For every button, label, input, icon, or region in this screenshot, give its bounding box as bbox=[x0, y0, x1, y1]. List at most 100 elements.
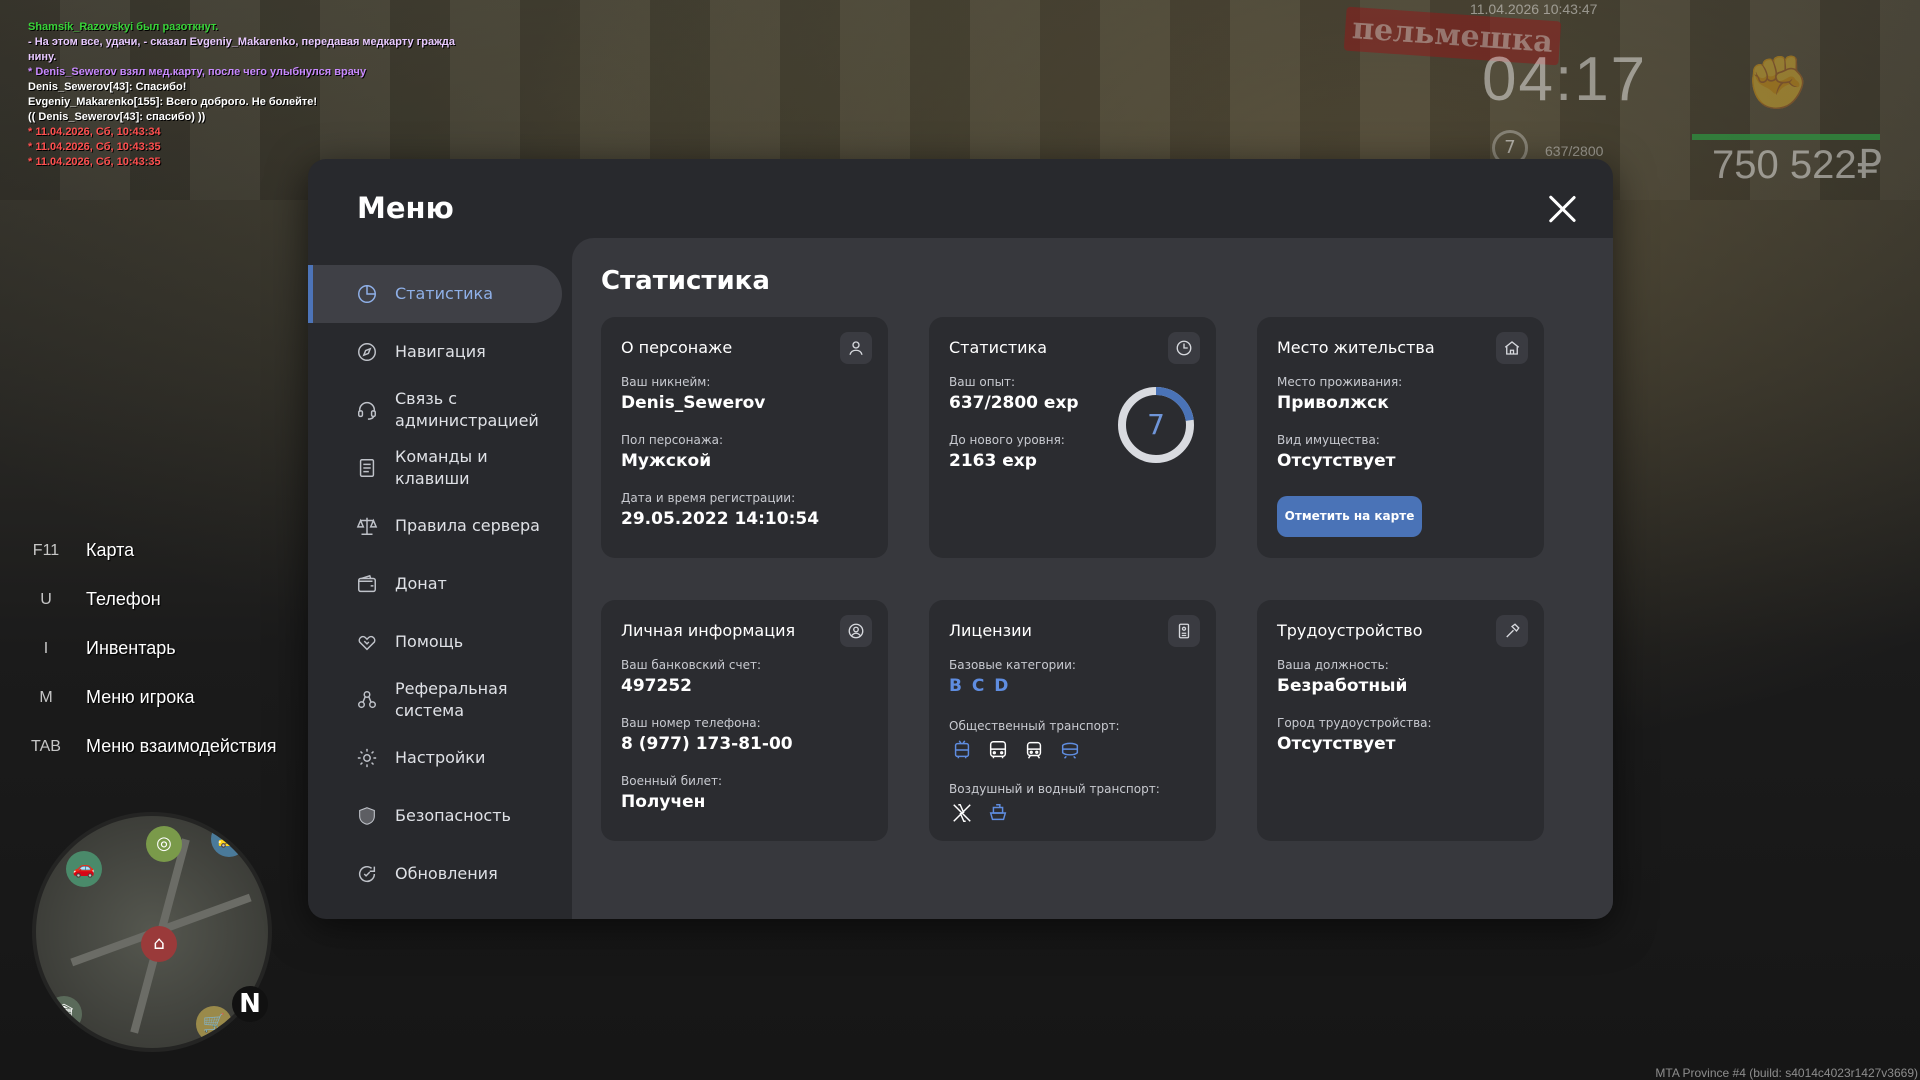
close-button[interactable] bbox=[1546, 193, 1578, 225]
sidebar-item-settings[interactable]: Настройки bbox=[308, 729, 563, 787]
sidebar-item-security[interactable]: Безопасность bbox=[308, 787, 563, 845]
refresh-icon bbox=[355, 862, 379, 886]
scales-icon bbox=[355, 514, 379, 538]
property-label: Вид имущества: bbox=[1277, 433, 1380, 447]
sidebar-item-label: Помощь bbox=[395, 632, 464, 651]
sidebar: Статистика Навигация Связь с администрац… bbox=[308, 265, 563, 903]
card-title: Личная информация bbox=[621, 621, 796, 640]
phone-value: 8 (977) 173-81-00 bbox=[621, 734, 793, 754]
military-value: Получен bbox=[621, 792, 706, 812]
public-transport-icons bbox=[949, 737, 1083, 763]
hotkey-key: I bbox=[43, 639, 49, 657]
hotkey-map[interactable]: F11 Карта bbox=[20, 526, 277, 575]
sidebar-item-updates[interactable]: Обновления bbox=[308, 845, 563, 903]
property-value: Отсутствует bbox=[1277, 451, 1396, 471]
hotkey-key: M bbox=[39, 688, 53, 706]
hud-exp: 637/2800 bbox=[1545, 143, 1604, 159]
hud-clock: 04:17 bbox=[1482, 45, 1648, 114]
hotkey-player-menu[interactable]: M Меню игрока bbox=[20, 673, 277, 722]
sidebar-item-label: Безопасность bbox=[395, 806, 511, 825]
sidebar-item-label: Донат bbox=[395, 574, 447, 593]
sidebar-item-help[interactable]: Помощь bbox=[308, 613, 563, 671]
headset-icon bbox=[355, 398, 379, 422]
personal-info-card: Личная информация Ваш банковский счет: 4… bbox=[601, 600, 888, 841]
hotkey-phone[interactable]: U Телефон bbox=[20, 575, 277, 624]
sidebar-item-statistics[interactable]: Статистика bbox=[308, 265, 562, 323]
position-label: Ваша должность: bbox=[1277, 658, 1389, 672]
bank-label: Ваш банковский счет: bbox=[621, 658, 762, 672]
sidebar-item-rules[interactable]: Правила сервера bbox=[308, 497, 563, 555]
hotkey-label: Меню взаимодействия bbox=[86, 736, 277, 756]
chat-line: - На этом все, удачи, - сказал Evgeniy_M… bbox=[28, 36, 456, 48]
build-info: MTA Province #4 (build: s4014c4023r1427v… bbox=[1655, 1066, 1918, 1080]
license-icon bbox=[1168, 615, 1200, 647]
licenses-card: Лицензии Базовые категории: B C D Общест… bbox=[929, 600, 1216, 841]
hotkey-list: F11 Карта U Телефон I Инвентарь M Меню игрок… bbox=[20, 526, 277, 771]
employment-card: Трудоустройство Ваша должность: Безработ… bbox=[1257, 600, 1544, 841]
gender-value: Мужской bbox=[621, 451, 712, 471]
minimap-taxi-icon: 🚕 bbox=[211, 821, 247, 857]
public-transport-label: Общественный транспорт: bbox=[949, 719, 1120, 733]
character-card: О персонаже Ваш никнейм: Denis_Sewerov П… bbox=[601, 317, 888, 558]
exp-value: 637/2800 exp bbox=[949, 393, 1079, 413]
hotkey-label: Меню игрока bbox=[86, 687, 195, 707]
card-title: Лицензии bbox=[949, 621, 1032, 640]
chat-line: нину. bbox=[28, 51, 57, 63]
sidebar-item-label: Команды и клавиши bbox=[395, 447, 488, 488]
sidebar-item-commands[interactable]: Команды и клавиши bbox=[308, 439, 563, 497]
phone-label: Ваш номер телефона: bbox=[621, 716, 761, 730]
modal-title: Меню bbox=[357, 191, 454, 225]
sidebar-item-referral[interactable]: Реферальная система bbox=[308, 671, 563, 729]
tram-icon bbox=[1021, 737, 1047, 763]
sidebar-item-admin-contact[interactable]: Связь с администрацией bbox=[308, 381, 563, 439]
nickname-label: Ваш никнейм: bbox=[621, 375, 711, 389]
minimap-north: N bbox=[232, 986, 268, 1022]
card-title: О персонаже bbox=[621, 338, 733, 357]
minimap-target-icon: ◎ bbox=[146, 826, 182, 862]
boat-icon bbox=[985, 800, 1011, 826]
minimap-car-icon: 🚗 bbox=[66, 851, 102, 887]
document-icon bbox=[355, 456, 379, 480]
sidebar-item-donate[interactable]: Донат bbox=[308, 555, 563, 613]
residence-value: Приволжск bbox=[1277, 393, 1389, 413]
chat-line: * 11.04.2026, Сб, 10:43:35 bbox=[28, 141, 161, 153]
clock-icon bbox=[1168, 332, 1200, 364]
chat-line: Shamsik_Razovskyi был разоткнут. bbox=[28, 21, 219, 33]
hotkey-interaction-menu[interactable]: TAB Меню взаимодействия bbox=[20, 722, 277, 771]
hud-money: 750 522₽ bbox=[1712, 143, 1883, 187]
card-title: Статистика bbox=[949, 338, 1047, 357]
base-categories-label: Базовые категории: bbox=[949, 658, 1076, 672]
content-panel: Статистика О персонаже Ваш никнейм: Deni… bbox=[572, 238, 1613, 919]
card-title: Трудоустройство bbox=[1277, 621, 1423, 640]
position-value: Безработный bbox=[1277, 676, 1408, 696]
next-level-value: 2163 exp bbox=[949, 451, 1037, 471]
hud-datetime: 11.04.2026 10:43:47 bbox=[1470, 1, 1598, 17]
sidebar-item-label: Навигация bbox=[395, 342, 486, 361]
health-bar bbox=[1692, 134, 1880, 140]
air-water-icons bbox=[949, 800, 1011, 826]
hotkey-label: Инвентарь bbox=[86, 638, 176, 658]
sidebar-item-label: Настройки bbox=[395, 748, 486, 767]
sidebar-item-label: Статистика bbox=[395, 284, 493, 303]
sidebar-item-label: Связь с администрацией bbox=[395, 389, 539, 430]
sidebar-item-navigation[interactable]: Навигация bbox=[308, 323, 563, 381]
home-icon bbox=[1496, 332, 1528, 364]
registration-value: 29.05.2022 14:10:54 bbox=[621, 509, 820, 529]
shield-icon bbox=[355, 804, 379, 828]
exp-label: Ваш опыт: bbox=[949, 375, 1016, 389]
job-city-label: Город трудоустройства: bbox=[1277, 716, 1432, 730]
hotkey-key: U bbox=[40, 590, 52, 608]
hotkey-inventory[interactable]: I Инвентарь bbox=[20, 624, 277, 673]
hotkey-key: TAB bbox=[31, 737, 61, 755]
chat-line: * Denis_Sewerov взял мед.карту, после че… bbox=[28, 66, 367, 78]
page-title: Статистика bbox=[601, 266, 770, 296]
minimap-shop-icon: 🛒 bbox=[196, 1006, 232, 1042]
trolleybus-icon bbox=[949, 737, 975, 763]
handshake-icon bbox=[355, 630, 379, 654]
mark-on-map-button[interactable]: Отметить на карте bbox=[1277, 496, 1422, 537]
nickname-value: Denis_Sewerov bbox=[621, 393, 766, 413]
user-circle-icon bbox=[840, 615, 872, 647]
stats-card: Статистика Ваш опыт: 637/2800 exp До нов… bbox=[929, 317, 1216, 558]
bus-icon bbox=[985, 737, 1011, 763]
hotkey-key: F11 bbox=[32, 541, 60, 559]
